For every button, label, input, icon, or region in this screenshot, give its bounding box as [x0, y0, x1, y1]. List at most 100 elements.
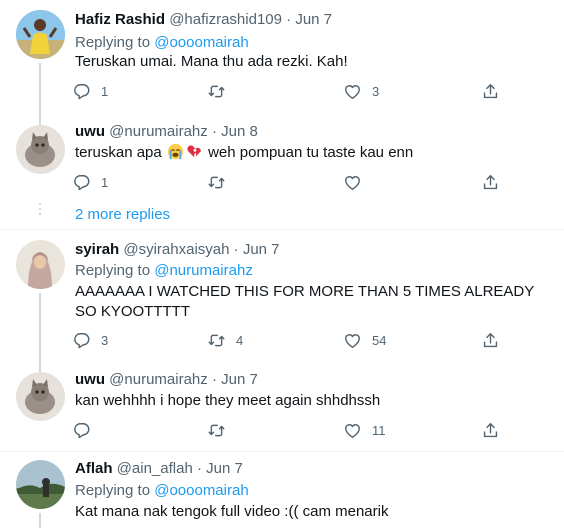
avatar[interactable]	[16, 10, 65, 59]
tweet-date[interactable]: Jun 7	[221, 371, 258, 388]
like-icon	[343, 82, 362, 101]
replying-to-link[interactable]: @oooomairah	[154, 34, 248, 51]
like-icon	[343, 421, 362, 440]
avatar[interactable]	[16, 372, 65, 421]
thread-line	[39, 513, 41, 528]
replying-to-label: Replying to	[75, 34, 151, 51]
retweet-button[interactable]	[207, 172, 246, 192]
reply-icon	[72, 331, 91, 350]
like-button[interactable]	[343, 172, 382, 192]
replying-to-label: Replying to	[75, 482, 151, 499]
reply-icon	[72, 173, 91, 192]
broken-heart-icon	[187, 145, 201, 158]
action-bar: 3 4 54	[72, 330, 502, 350]
tweet[interactable]: uwu @nurumairahz · Jun 7 kan wehhhh i ho…	[0, 366, 564, 451]
reply-count: 3	[101, 332, 109, 348]
avatar[interactable]	[16, 125, 65, 174]
tweet-text-after: weh pompuan tu taste kau enn	[208, 144, 414, 161]
replying-to: Replying to @oooomairah	[75, 481, 249, 501]
share-icon	[481, 82, 500, 101]
action-bar: 1	[72, 172, 502, 192]
tweet[interactable]: uwu @nurumairahz · Jun 8 teruskan apa we…	[0, 115, 564, 225]
retweet-count: 4	[236, 332, 244, 348]
retweet-icon	[207, 173, 226, 192]
tweet-header: Aflah @ain_aflah · Jun 7	[75, 459, 243, 479]
retweet-button[interactable]: 4	[207, 330, 246, 350]
like-button[interactable]: 3	[343, 81, 382, 101]
author-handle[interactable]: @syirahxaisyah	[123, 241, 229, 258]
share-icon	[481, 421, 500, 440]
tweet[interactable]: syirah @syirahxaisyah · Jun 7 Replying t…	[0, 230, 564, 366]
thread-dots	[39, 203, 41, 218]
author-handle[interactable]: @hafizrashid109	[169, 11, 282, 28]
like-count: 11	[372, 422, 386, 438]
loudly-crying-face-icon	[167, 143, 184, 160]
retweet-icon	[207, 421, 226, 440]
tweet-header: uwu @nurumairahz · Jun 8	[75, 122, 258, 142]
replying-to-link[interactable]: @nurumairahz	[154, 262, 253, 279]
tweet-date[interactable]: Jun 8	[221, 123, 258, 140]
tweet-text: AAAAAAA I WATCHED THIS FOR MORE THAN 5 T…	[75, 283, 534, 320]
reply-button[interactable]	[72, 420, 111, 440]
separator-dot: ·	[196, 460, 202, 477]
tweet-header: uwu @nurumairahz · Jun 7	[75, 370, 258, 390]
tweet-date[interactable]: Jun 7	[243, 241, 280, 258]
separator-dot: ·	[233, 241, 239, 258]
like-count: 54	[372, 332, 387, 348]
author-name[interactable]: Hafiz Rashid	[75, 11, 165, 28]
retweet-button[interactable]	[207, 81, 246, 101]
like-button[interactable]: 11	[343, 420, 386, 440]
show-more-replies-link[interactable]: 2 more replies	[75, 205, 170, 225]
tweet[interactable]: Hafiz Rashid @hafizrashid109 · Jun 7 Rep…	[0, 0, 564, 115]
share-button[interactable]	[481, 81, 500, 101]
action-bar: 11	[72, 420, 502, 440]
reply-button[interactable]: 1	[72, 81, 111, 101]
replying-to-link[interactable]: @oooomairah	[154, 482, 248, 499]
reply-button[interactable]: 3	[72, 330, 111, 350]
author-name[interactable]: uwu	[75, 371, 105, 388]
action-bar: 1 3	[72, 81, 502, 101]
share-button[interactable]	[481, 172, 500, 192]
retweet-icon	[207, 331, 226, 350]
share-button[interactable]	[481, 330, 500, 350]
author-handle[interactable]: @ain_aflah	[117, 460, 193, 477]
author-name[interactable]: syirah	[75, 241, 119, 258]
tweet-text: Kat mana nak tengok full video :(( cam m…	[75, 503, 389, 520]
tweet-date[interactable]: Jun 7	[295, 11, 332, 28]
avatar[interactable]	[16, 240, 65, 289]
like-button[interactable]: 54	[343, 330, 386, 350]
retweet-button[interactable]	[207, 420, 246, 440]
like-icon	[343, 331, 362, 350]
separator-dot: ·	[286, 11, 292, 28]
author-handle[interactable]: @nurumairahz	[109, 371, 208, 388]
tweet-header: syirah @syirahxaisyah · Jun 7	[75, 240, 280, 260]
replying-to-label: Replying to	[75, 262, 151, 279]
like-icon	[343, 173, 362, 192]
share-icon	[481, 331, 500, 350]
replying-to: Replying to @oooomairah	[75, 33, 249, 53]
share-icon	[481, 173, 500, 192]
thread-line	[39, 63, 41, 115]
thread-line	[39, 115, 41, 125]
author-name[interactable]: uwu	[75, 123, 105, 140]
reply-count: 1	[101, 83, 109, 99]
tweet-text: kan wehhhh i hope they meet again shhdhs…	[75, 392, 381, 409]
reply-icon	[72, 82, 91, 101]
author-name[interactable]: Aflah	[75, 460, 113, 477]
tweet-text-before: teruskan apa	[75, 144, 162, 161]
retweet-icon	[207, 82, 226, 101]
tweet-text: Teruskan umai. Mana thu ada rezki. Kah!	[75, 53, 348, 70]
thread-line	[39, 293, 41, 366]
tweet-date[interactable]: Jun 7	[206, 460, 243, 477]
tweet-text: teruskan apa weh pompuan tu taste kau en…	[75, 143, 545, 163]
tweet[interactable]: Aflah @ain_aflah · Jun 7 Replying to @oo…	[0, 452, 564, 528]
share-button[interactable]	[481, 420, 500, 440]
author-handle[interactable]: @nurumairahz	[109, 123, 208, 140]
reply-icon	[72, 421, 91, 440]
reply-button[interactable]: 1	[72, 172, 111, 192]
reply-count: 1	[101, 174, 109, 190]
separator-dot: ·	[211, 371, 217, 388]
avatar[interactable]	[16, 460, 65, 509]
like-count: 3	[372, 83, 380, 99]
tweet-header: Hafiz Rashid @hafizrashid109 · Jun 7	[75, 10, 332, 30]
